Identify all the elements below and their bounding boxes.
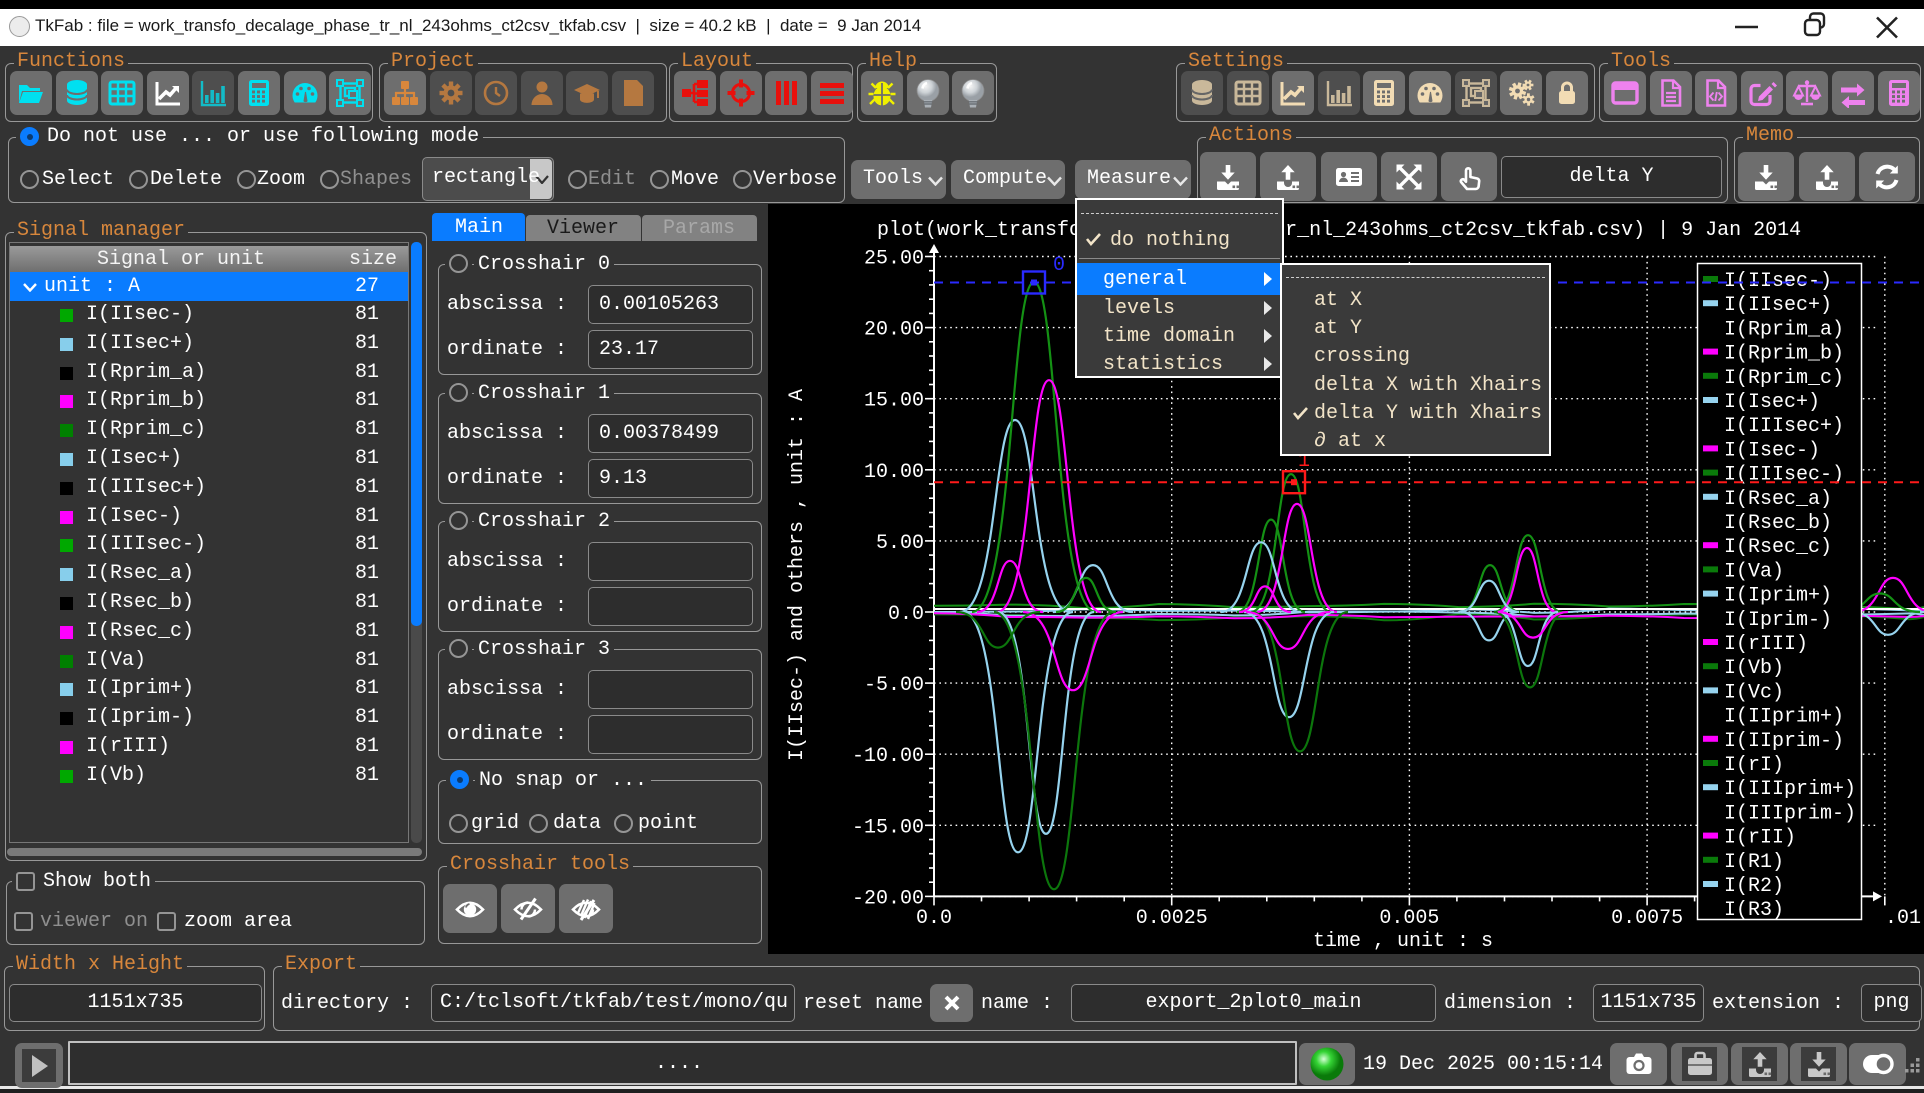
- svg-text:20.00: 20.00: [864, 319, 924, 342]
- svg-text:0.005: 0.005: [1379, 907, 1439, 930]
- svg-text:I(Rprim_c): I(Rprim_c): [1724, 367, 1844, 390]
- svg-text:I(Iprim+): I(Iprim+): [1724, 585, 1832, 608]
- svg-text:I(Vb): I(Vb): [1724, 657, 1784, 680]
- svg-text:I(R2): I(R2): [1724, 875, 1784, 898]
- svg-text:I(Rprim_b): I(Rprim_b): [1724, 343, 1844, 366]
- svg-text:I(Isec-): I(Isec-): [1724, 439, 1820, 462]
- svg-text:I(Rsec_b): I(Rsec_b): [1724, 512, 1832, 535]
- svg-text:I(IIIsec+): I(IIIsec+): [1724, 415, 1844, 438]
- svg-text:.01: .01: [1885, 907, 1921, 930]
- svg-text:I(Rsec_a): I(Rsec_a): [1724, 488, 1832, 511]
- svg-text:I(Va): I(Va): [1724, 560, 1784, 583]
- svg-text:15.00: 15.00: [864, 390, 924, 413]
- svg-text:I(Rsec_c): I(Rsec_c): [1724, 536, 1832, 559]
- svg-text:-20.00: -20.00: [852, 887, 924, 910]
- svg-text:25.00: 25.00: [864, 248, 924, 271]
- svg-text:plot(work_transfo_decalage_pha: plot(work_transfo_decalage_phase_tr_nl_2…: [877, 219, 1801, 242]
- svg-text:I(IIIprim-): I(IIIprim-): [1724, 802, 1856, 825]
- svg-text:I(rII): I(rII): [1724, 827, 1796, 850]
- svg-text:I(R3): I(R3): [1724, 899, 1784, 922]
- svg-text:I(IIsec+): I(IIsec+): [1724, 294, 1832, 317]
- svg-text:0: 0: [1053, 254, 1065, 277]
- svg-text:5.00: 5.00: [876, 532, 924, 555]
- svg-text:-15.00: -15.00: [852, 816, 924, 839]
- svg-text:10.00: 10.00: [864, 461, 924, 484]
- svg-text:-5.00: -5.00: [864, 674, 924, 697]
- svg-text:0.0: 0.0: [888, 603, 924, 626]
- svg-text:I(Rprim_a): I(Rprim_a): [1724, 318, 1844, 341]
- svg-text:I(Vc): I(Vc): [1724, 681, 1784, 704]
- svg-text:I(IIsec-) and others , unit :: I(IIsec-) and others , unit : A: [786, 389, 809, 761]
- svg-text:0.0: 0.0: [916, 907, 952, 930]
- svg-text:I(rI): I(rI): [1724, 754, 1784, 777]
- svg-text:I(IIprim+): I(IIprim+): [1724, 706, 1844, 729]
- svg-text:time , unit : s: time , unit : s: [1313, 930, 1493, 953]
- svg-text:I(Iprim-): I(Iprim-): [1724, 609, 1832, 632]
- svg-text:I(rIII): I(rIII): [1724, 633, 1808, 656]
- svg-text:I(IIIprim+): I(IIIprim+): [1724, 778, 1856, 801]
- svg-text:I(IIprim-): I(IIprim-): [1724, 730, 1844, 753]
- svg-text:0.0025: 0.0025: [1136, 907, 1208, 930]
- svg-text:-10.00: -10.00: [852, 745, 924, 768]
- svg-text:0.0075: 0.0075: [1611, 907, 1683, 930]
- svg-text:I(R1): I(R1): [1724, 851, 1784, 874]
- svg-text:I(Isec+): I(Isec+): [1724, 391, 1820, 414]
